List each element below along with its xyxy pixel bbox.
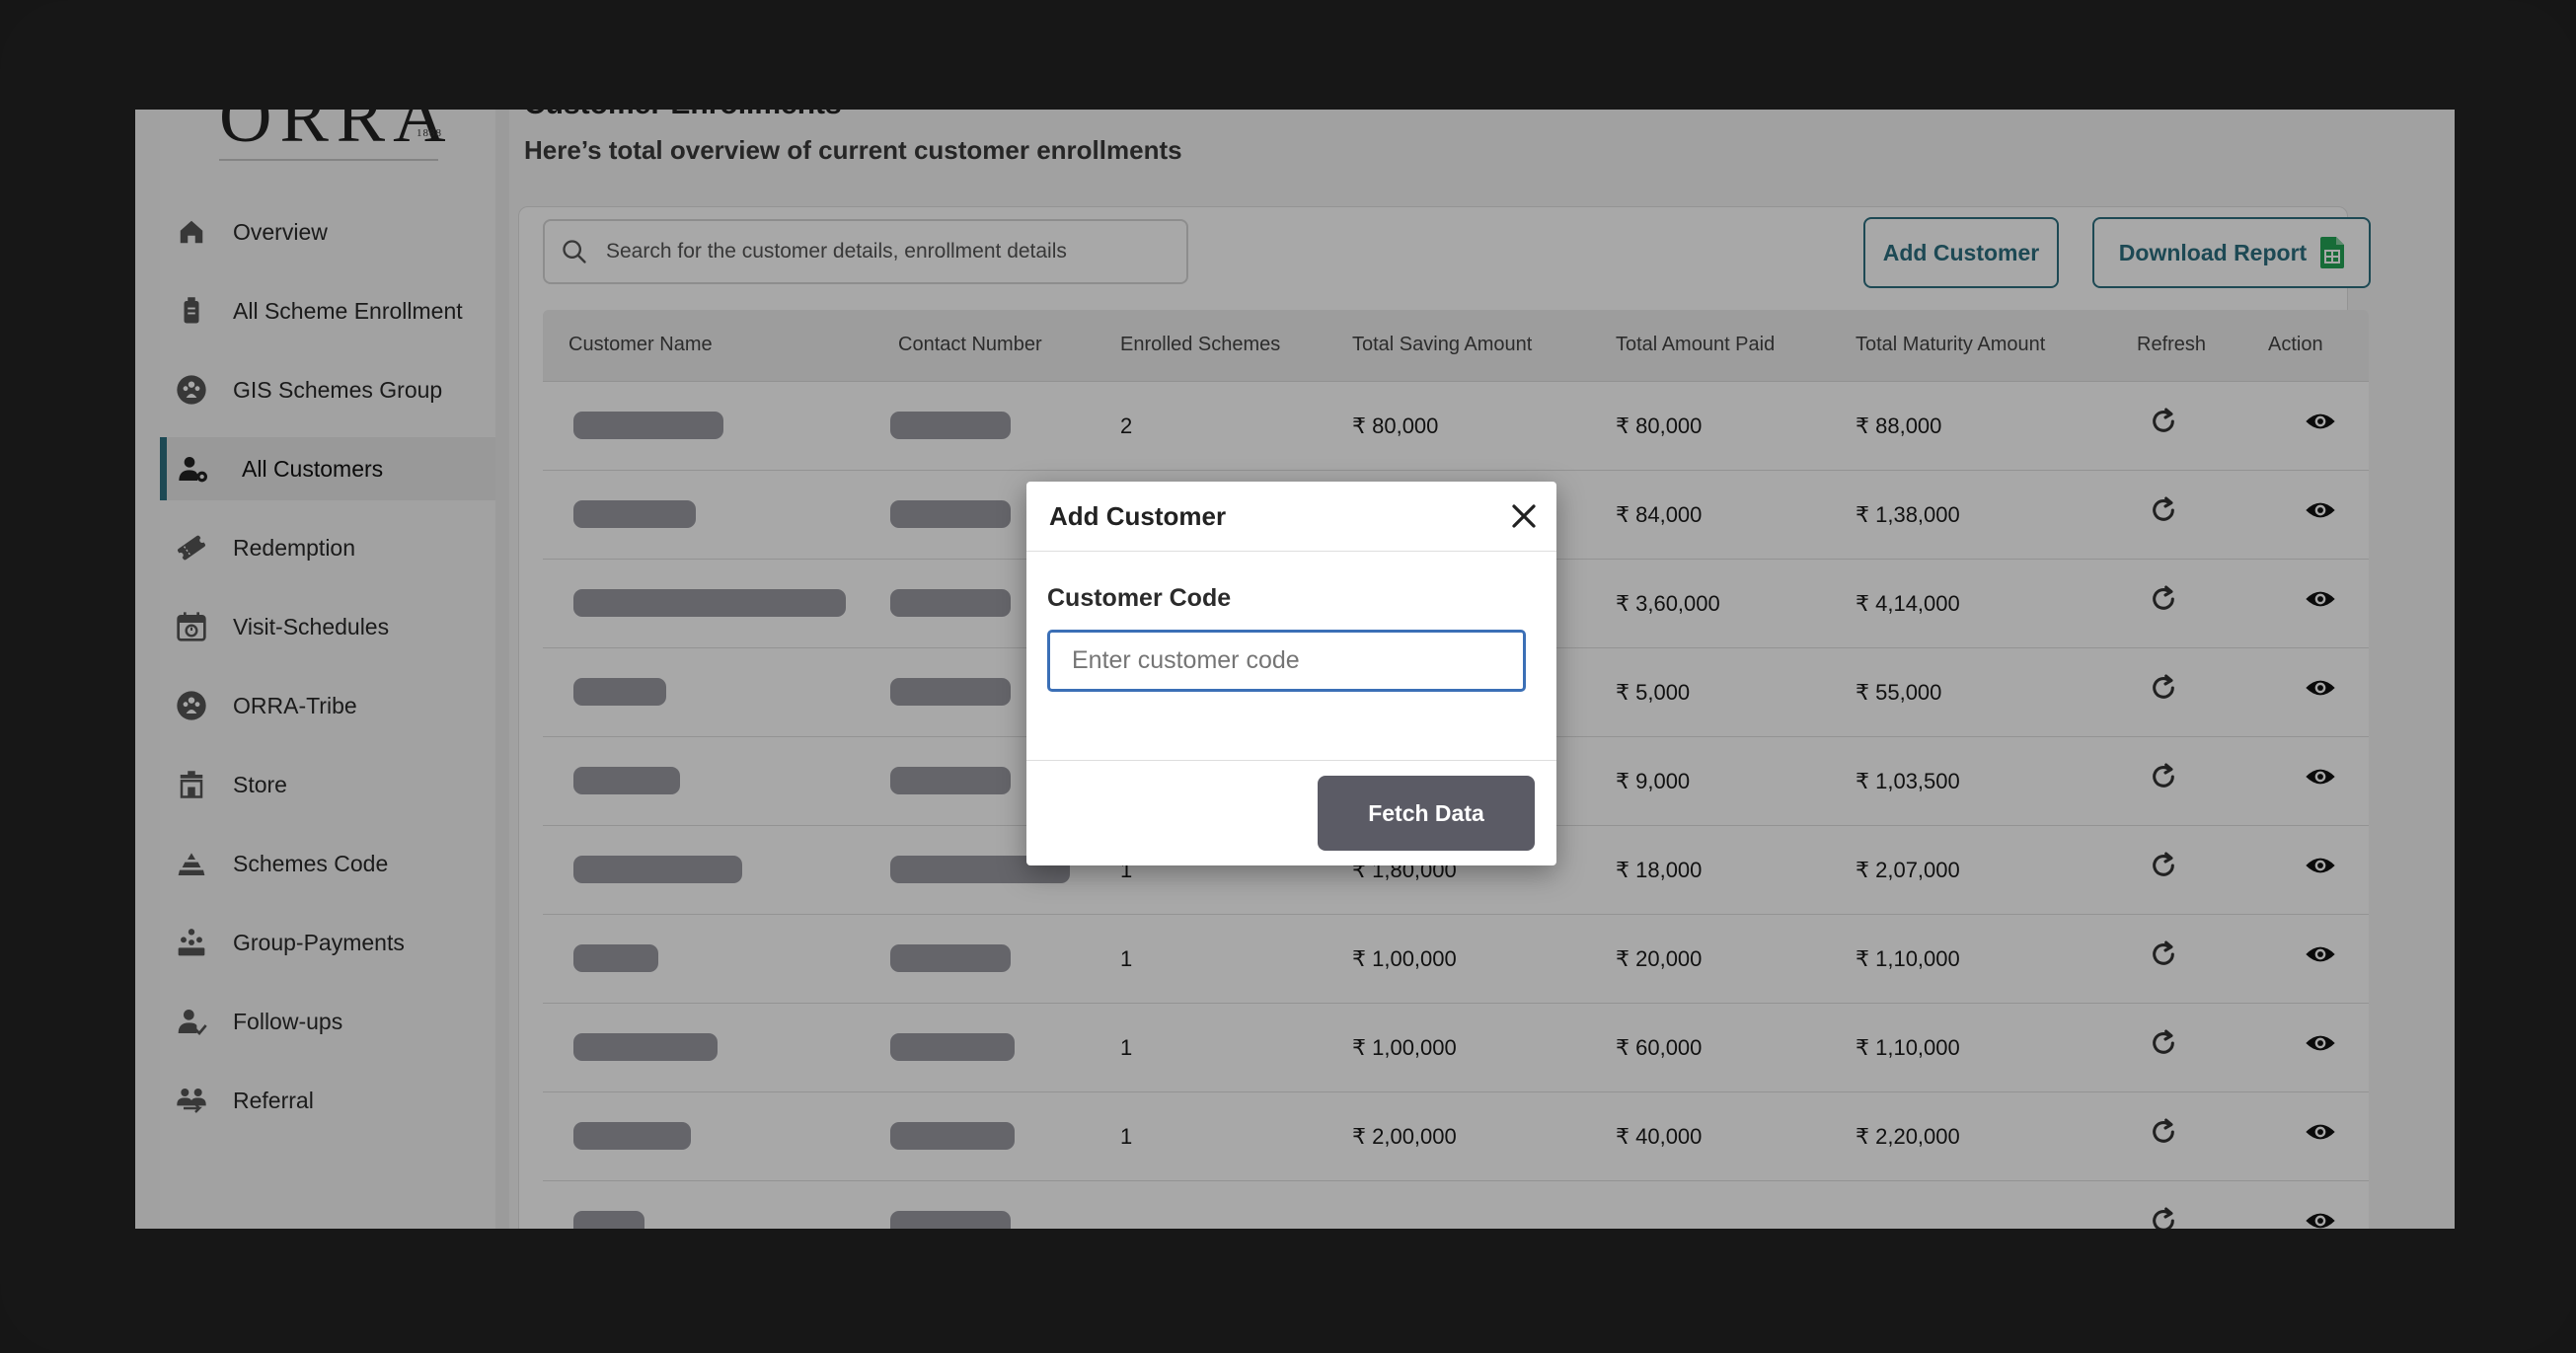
customer-code-label: Customer Code <box>1047 584 1232 612</box>
modal-footer-divider <box>1026 760 1556 761</box>
customer-code-input[interactable] <box>1047 630 1526 692</box>
app-screen: ORRA 1888 Overview All Scheme Enrollment G… <box>135 110 2455 1229</box>
modal-header: Add Customer <box>1026 482 1556 552</box>
modal-title: Add Customer <box>1049 501 1227 531</box>
close-icon[interactable] <box>1509 501 1539 531</box>
fetch-data-button[interactable]: Fetch Data <box>1318 776 1535 851</box>
add-customer-modal: Add Customer Customer Code Fetch Data <box>1026 482 1556 865</box>
